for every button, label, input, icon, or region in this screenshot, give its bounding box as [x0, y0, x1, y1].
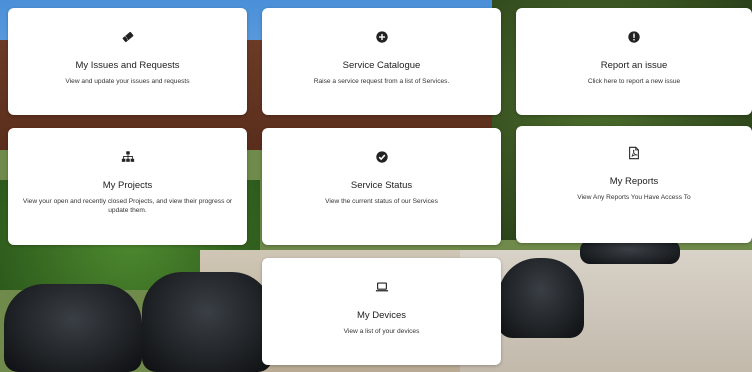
ticket-icon — [122, 31, 133, 43]
card-description: View your open and recently closed Proje… — [22, 198, 233, 214]
background-car — [498, 258, 584, 338]
pdf-file-icon — [629, 146, 639, 160]
card-service-status[interactable]: Service Status View the current status o… — [262, 128, 501, 245]
card-report-an-issue[interactable]: Report an issue Click here to report a n… — [516, 8, 752, 115]
card-title: My Devices — [356, 310, 407, 321]
card-description: Click here to report a new issue — [587, 78, 681, 85]
portal-page: My Issues and Requests View and update y… — [0, 0, 752, 372]
card-description: View and update your issues and requests — [65, 78, 190, 85]
plus-circle-icon — [375, 31, 388, 43]
background-car — [142, 272, 272, 372]
card-description: View a list of your devices — [343, 328, 420, 335]
card-description: Raise a service request from a list of S… — [313, 78, 450, 85]
background-car — [580, 240, 680, 264]
card-title: My Issues and Requests — [75, 60, 180, 71]
card-title: My Reports — [609, 176, 659, 187]
check-circle-icon — [375, 151, 388, 163]
sitemap-icon — [121, 151, 134, 162]
card-my-reports[interactable]: My Reports View Any Reports You Have Acc… — [516, 126, 752, 243]
exclamation-circle-icon — [628, 31, 640, 43]
card-title: Service Status — [350, 180, 413, 191]
laptop-icon — [375, 282, 388, 292]
card-title: My Projects — [102, 180, 153, 191]
card-service-catalogue[interactable]: Service Catalogue Raise a service reques… — [262, 8, 501, 115]
card-my-devices[interactable]: My Devices View a list of your devices — [262, 258, 501, 365]
background-car — [4, 284, 142, 372]
card-title: Report an issue — [600, 60, 668, 71]
card-title: Service Catalogue — [342, 60, 421, 71]
card-description: View Any Reports You Have Access To — [577, 194, 691, 201]
card-my-projects[interactable]: My Projects View your open and recently … — [8, 128, 247, 245]
card-my-issues-and-requests[interactable]: My Issues and Requests View and update y… — [8, 8, 247, 115]
card-description: View the current status of our Services — [325, 198, 438, 205]
